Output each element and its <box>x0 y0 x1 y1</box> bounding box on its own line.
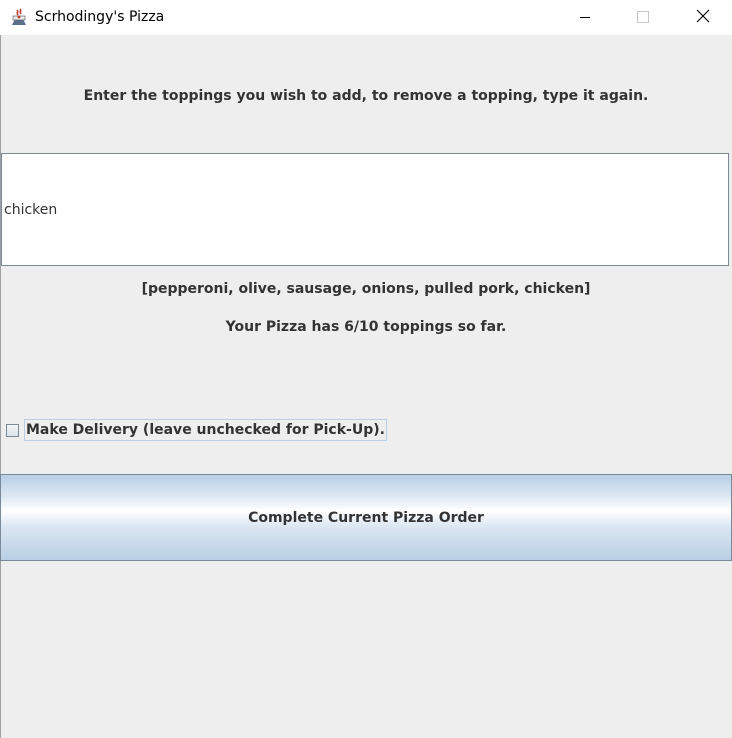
complete-order-button-label: Complete Current Pizza Order <box>248 509 484 526</box>
window-title: Scrhodingy's Pizza <box>35 9 165 25</box>
app-window: Scrhodingy's Pizza Enter the toppings yo… <box>0 0 732 738</box>
toppings-count-label: Your Pizza has 6/10 toppings so far. <box>225 319 507 335</box>
delivery-checkbox-label[interactable]: Make Delivery (leave unchecked for Pick-… <box>24 419 387 441</box>
maximize-icon <box>637 8 649 27</box>
complete-order-button[interactable]: Complete Current Pizza Order <box>0 474 732 561</box>
java-coffee-cup-icon <box>9 7 29 27</box>
window-left-border <box>0 35 1 738</box>
close-button[interactable] <box>680 0 726 35</box>
minimize-button[interactable] <box>562 0 608 35</box>
topping-input[interactable] <box>1 153 729 266</box>
instruction-label: Enter the toppings you wish to add, to r… <box>83 88 649 104</box>
toppings-list-label: [pepperoni, olive, sausage, onions, pull… <box>141 281 591 297</box>
title-bar[interactable]: Scrhodingy's Pizza <box>0 0 732 35</box>
delivery-checkbox[interactable]: Make Delivery (leave unchecked for Pick-… <box>6 419 387 441</box>
minimize-icon <box>579 8 591 27</box>
close-icon <box>696 8 710 27</box>
checkbox-unchecked-icon[interactable] <box>6 424 19 437</box>
maximize-button[interactable] <box>620 0 666 35</box>
